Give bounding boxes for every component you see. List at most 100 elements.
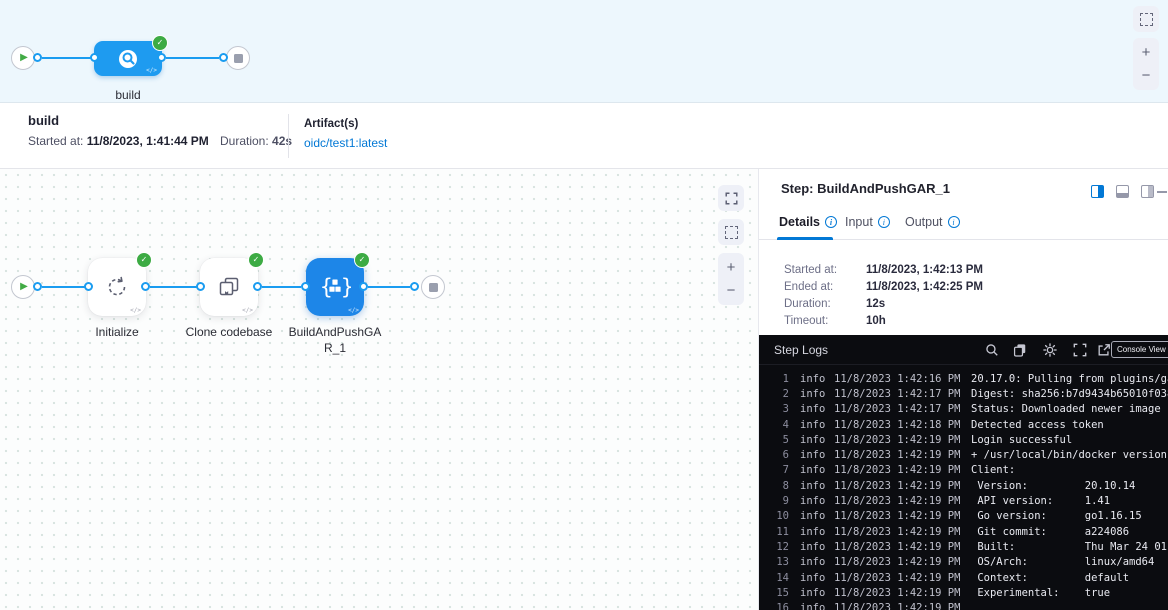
log-line: 14 info 11/8/2023 1:42:19 PM Context: de…	[759, 570, 1168, 585]
minimize-icon[interactable]	[1157, 191, 1167, 193]
log-timestamp: 11/8/2023 1:42:19 PM	[834, 434, 964, 446]
fit-view-button[interactable]	[718, 185, 744, 211]
zoom-in-button[interactable]: +	[1142, 45, 1151, 60]
log-timestamp: 11/8/2023 1:42:19 PM	[834, 495, 964, 507]
edge-port	[33, 53, 42, 62]
step-label-buildandpushgar: BuildAndPushGAR_1	[287, 324, 383, 356]
tab-input[interactable]: Input i	[845, 215, 890, 229]
log-line-number: 9	[767, 495, 789, 507]
artifact-link[interactable]: oidc/test1:latest	[304, 136, 387, 150]
step-label-initialize: Initialize	[57, 324, 177, 340]
code-glyph-icon: </>	[348, 307, 359, 314]
log-message: Client:	[971, 464, 1015, 476]
success-check-icon: ✓	[136, 252, 152, 268]
graph-start-node[interactable]: ▶	[11, 275, 35, 299]
log-line-number: 15	[767, 587, 789, 599]
detail-row: Timeout: 10h	[784, 313, 983, 330]
active-tab-underline	[777, 237, 833, 240]
edge-port	[141, 282, 150, 291]
stage-node-build[interactable]: ✓ </>	[94, 41, 162, 76]
info-icon[interactable]: i	[825, 216, 837, 228]
edge-port	[359, 282, 368, 291]
log-timestamp: 11/8/2023 1:42:19 PM	[834, 541, 964, 553]
log-timestamp: 11/8/2023 1:42:17 PM	[834, 388, 964, 400]
layout-bottom-icon[interactable]	[1116, 185, 1129, 198]
layout-float-icon[interactable]	[1141, 185, 1154, 198]
success-check-icon: ✓	[248, 252, 264, 268]
marquee-select-button[interactable]	[718, 219, 744, 245]
log-message: OS/Arch: linux/amd64	[971, 556, 1154, 568]
layout-right-icon[interactable]	[1091, 185, 1104, 198]
log-level: info	[800, 403, 826, 415]
log-timestamp: 11/8/2023 1:42:17 PM	[834, 403, 964, 415]
log-timestamp: 11/8/2023 1:42:18 PM	[834, 419, 964, 431]
log-line: 10 info 11/8/2023 1:42:19 PM Go version:…	[759, 509, 1168, 524]
detail-value: 11/8/2023, 1:42:25 PM	[866, 281, 983, 293]
tab-input-label: Input	[845, 215, 873, 229]
settings-gear-icon[interactable]	[1043, 343, 1057, 357]
code-glyph-icon: </>	[146, 67, 157, 74]
edge-port	[33, 282, 42, 291]
detail-value: 11/8/2023, 1:42:13 PM	[866, 264, 983, 276]
log-message: Built: Thu Mar 24 01:45	[971, 541, 1168, 553]
pipeline-start-node[interactable]: ▶	[11, 46, 35, 70]
open-in-new-icon[interactable]	[1097, 343, 1111, 357]
log-line-number: 7	[767, 464, 789, 476]
zoom-in-button[interactable]: +	[727, 260, 736, 275]
graph-end-node[interactable]	[421, 275, 445, 299]
build-title: build	[28, 113, 59, 128]
duration-value: 42s	[272, 134, 292, 148]
success-check-icon: ✓	[354, 252, 370, 268]
log-lines: 1 info 11/8/2023 1:42:16 PM 20.17.0: Pul…	[759, 371, 1168, 610]
tab-details[interactable]: Details i	[779, 215, 837, 229]
log-timestamp: 11/8/2023 1:42:19 PM	[834, 464, 964, 476]
log-level: info	[800, 526, 826, 538]
log-level: info	[800, 434, 826, 446]
started-value: 11/8/2023, 1:41:44 PM	[87, 134, 209, 148]
pipeline-graph-band: ▶ ✓ </> build + −	[0, 0, 1168, 103]
log-message: Login successful	[971, 434, 1072, 446]
copy-icon[interactable]	[1013, 343, 1027, 357]
step-node-clone-codebase[interactable]: ✓ </>	[200, 258, 258, 316]
console-view-button[interactable]: Console View	[1111, 341, 1168, 358]
graph-edge	[150, 286, 200, 288]
tab-output[interactable]: Output i	[905, 215, 960, 229]
info-icon[interactable]: i	[948, 216, 960, 228]
zoom-out-button[interactable]: −	[727, 283, 736, 298]
edge-port	[301, 282, 310, 291]
log-line-number: 16	[767, 602, 789, 610]
step-node-initialize[interactable]: ✓ </>	[88, 258, 146, 316]
log-line-number: 1	[767, 373, 789, 385]
log-line: 9 info 11/8/2023 1:42:19 PM API version:…	[759, 493, 1168, 508]
search-icon[interactable]	[985, 343, 999, 357]
marquee-select-icon	[1140, 13, 1153, 26]
step-node-buildandpushgar[interactable]: { } ✓ </>	[306, 258, 364, 316]
log-level: info	[800, 480, 826, 492]
step-graph-canvas[interactable]	[0, 169, 758, 610]
log-level: info	[800, 495, 826, 507]
edge-port	[157, 53, 166, 62]
log-line-number: 2	[767, 388, 789, 400]
log-line-number: 12	[767, 541, 789, 553]
execution-screen: ▶ ✓ </> build + − build	[0, 0, 1168, 610]
step-panel-tabs: Details i Input i Output i	[759, 209, 1168, 240]
log-line: 3 info 11/8/2023 1:42:17 PM Status: Down…	[759, 402, 1168, 417]
clone-icon	[217, 275, 241, 299]
marquee-select-icon	[725, 226, 738, 239]
step-details-panel: Step: BuildAndPushGAR_1 Details i Input …	[758, 169, 1168, 610]
log-line: 4 info 11/8/2023 1:42:18 PM Detected acc…	[759, 417, 1168, 432]
log-level: info	[800, 373, 826, 385]
pipeline-end-node[interactable]	[226, 46, 250, 70]
info-icon[interactable]: i	[878, 216, 890, 228]
fullscreen-icon[interactable]	[1073, 343, 1087, 357]
log-line: 2 info 11/8/2023 1:42:17 PM Digest: sha2…	[759, 386, 1168, 401]
log-timestamp: 11/8/2023 1:42:19 PM	[834, 526, 964, 538]
log-line: 16 info 11/8/2023 1:42:19 PM	[759, 600, 1168, 610]
marquee-select-button[interactable]	[1133, 6, 1159, 32]
log-timestamp: 11/8/2023 1:42:19 PM	[834, 510, 964, 522]
log-timestamp: 11/8/2023 1:42:19 PM	[834, 556, 964, 568]
zoom-out-button[interactable]: −	[1142, 68, 1151, 83]
log-line-number: 8	[767, 480, 789, 492]
log-message: Version: 20.10.14	[971, 480, 1135, 492]
detail-label: Started at:	[784, 264, 866, 276]
